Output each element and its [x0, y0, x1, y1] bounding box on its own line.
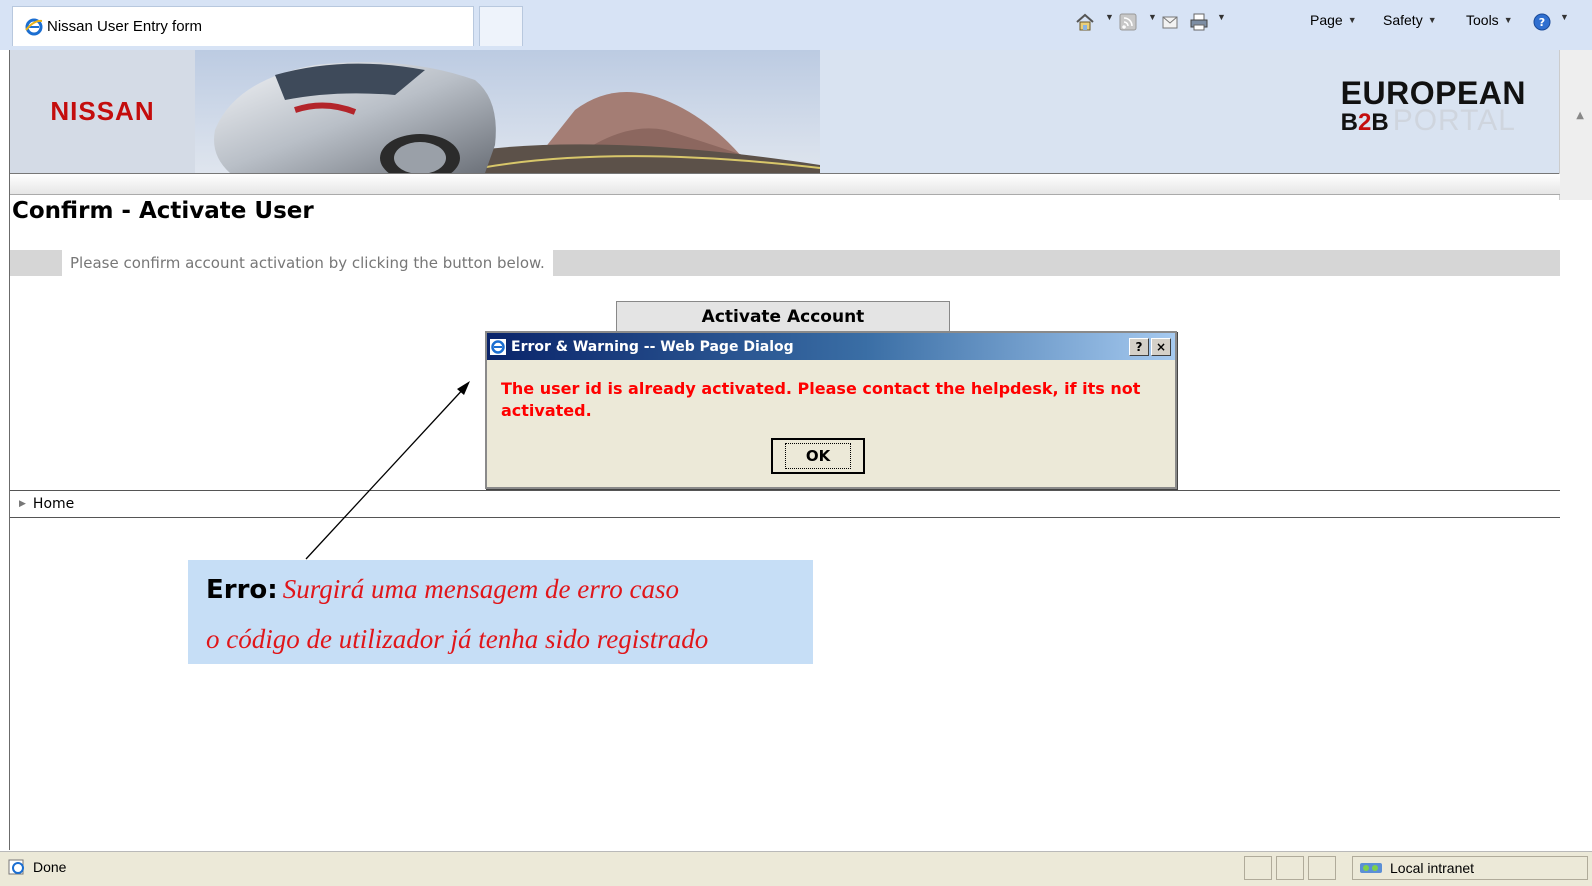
intranet-zone-icon	[1360, 863, 1382, 873]
status-cell	[1276, 856, 1304, 880]
annotation-line1: Surgirá uma mensagem de erro caso	[282, 574, 679, 604]
status-done: Done	[8, 858, 66, 876]
page-done-icon	[8, 859, 24, 875]
status-cell	[1244, 856, 1272, 880]
annotation-arrow	[305, 381, 470, 560]
annotation-line2: o código de utilizador já tenha sido reg…	[206, 624, 709, 654]
security-zone[interactable]: Local intranet	[1352, 856, 1588, 880]
status-bar: Done Local intranet	[0, 851, 1592, 886]
annotation-lead: Erro:	[206, 575, 278, 605]
status-cell	[1308, 856, 1336, 880]
annotation-callout: Erro: Surgirá uma mensagem de erro caso …	[188, 560, 813, 664]
